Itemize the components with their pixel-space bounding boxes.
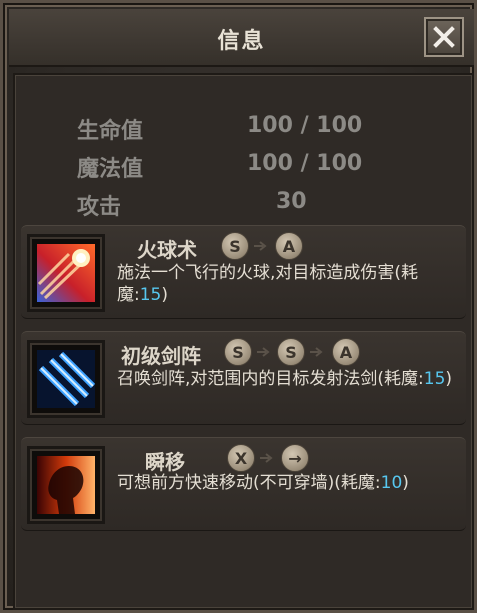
key-s-icon: S [221, 232, 249, 260]
stat-value-hp: 100 / 100 [247, 113, 363, 138]
skill-icon-frame [27, 446, 105, 524]
arrow-right-icon [260, 453, 273, 463]
skill-row-teleport[interactable]: 瞬移 X → 可想前方快速移动(不可穿墙)(耗魔:10) [21, 437, 466, 531]
skill-icon-frame [27, 234, 105, 312]
panel-header: 信息 [9, 9, 474, 67]
stat-value-mp: 100 / 100 [247, 151, 363, 176]
mana-cost: 15 [423, 369, 446, 389]
close-button[interactable] [424, 17, 464, 57]
key-s-icon: S [277, 338, 305, 366]
close-icon [433, 26, 455, 48]
stat-value-attack: 30 [276, 189, 307, 214]
key-a-icon: A [275, 232, 303, 260]
skill-row-sword-array[interactable]: 初级剑阵 S S A 召唤剑阵,对范围内的目标发射法剑(耗魔:15) [21, 331, 466, 425]
fireball-icon [37, 244, 95, 302]
teleport-icon [37, 456, 95, 514]
skill-name: 火球术 [137, 238, 197, 262]
skill-description: 施法一个飞行的火球,对目标造成伤害(耗魔:15) [117, 263, 419, 305]
skill-row-fireball[interactable]: 火球术 S A 施法一个飞行的火球,对目标造成伤害(耗魔:15) [21, 225, 466, 319]
mana-cost: 15 [139, 285, 162, 305]
skill-name: 初级剑阵 [121, 344, 201, 368]
mana-cost: 10 [380, 473, 403, 493]
arrow-right-icon [257, 347, 270, 357]
stat-label-attack: 攻击 [77, 195, 122, 220]
arrow-right-icon [310, 347, 323, 357]
stat-label-hp: 生命值 [77, 119, 144, 144]
skill-icon-frame [27, 340, 105, 418]
key-a-icon: A [332, 338, 360, 366]
key-x-icon: X [227, 444, 255, 472]
sword-array-icon [37, 350, 95, 408]
info-content: 生命值 100 / 100 魔法值 100 / 100 攻击 30 火球术 S … [13, 73, 474, 610]
skill-description: 召唤剑阵,对范围内的目标发射法剑(耗魔:15) [117, 369, 453, 389]
key-right-arrow-icon: → [281, 444, 309, 472]
skill-name: 瞬移 [145, 450, 185, 474]
info-panel: 信息 生命值 100 / 100 魔法值 100 / 100 攻击 30 火球术… [0, 0, 477, 613]
key-s-icon: S [224, 338, 252, 366]
arrow-right-icon [254, 241, 267, 251]
panel-title: 信息 [217, 29, 266, 54]
stat-label-mp: 魔法值 [77, 157, 144, 182]
skill-description: 可想前方快速移动(不可穿墙)(耗魔:10) [117, 473, 409, 493]
